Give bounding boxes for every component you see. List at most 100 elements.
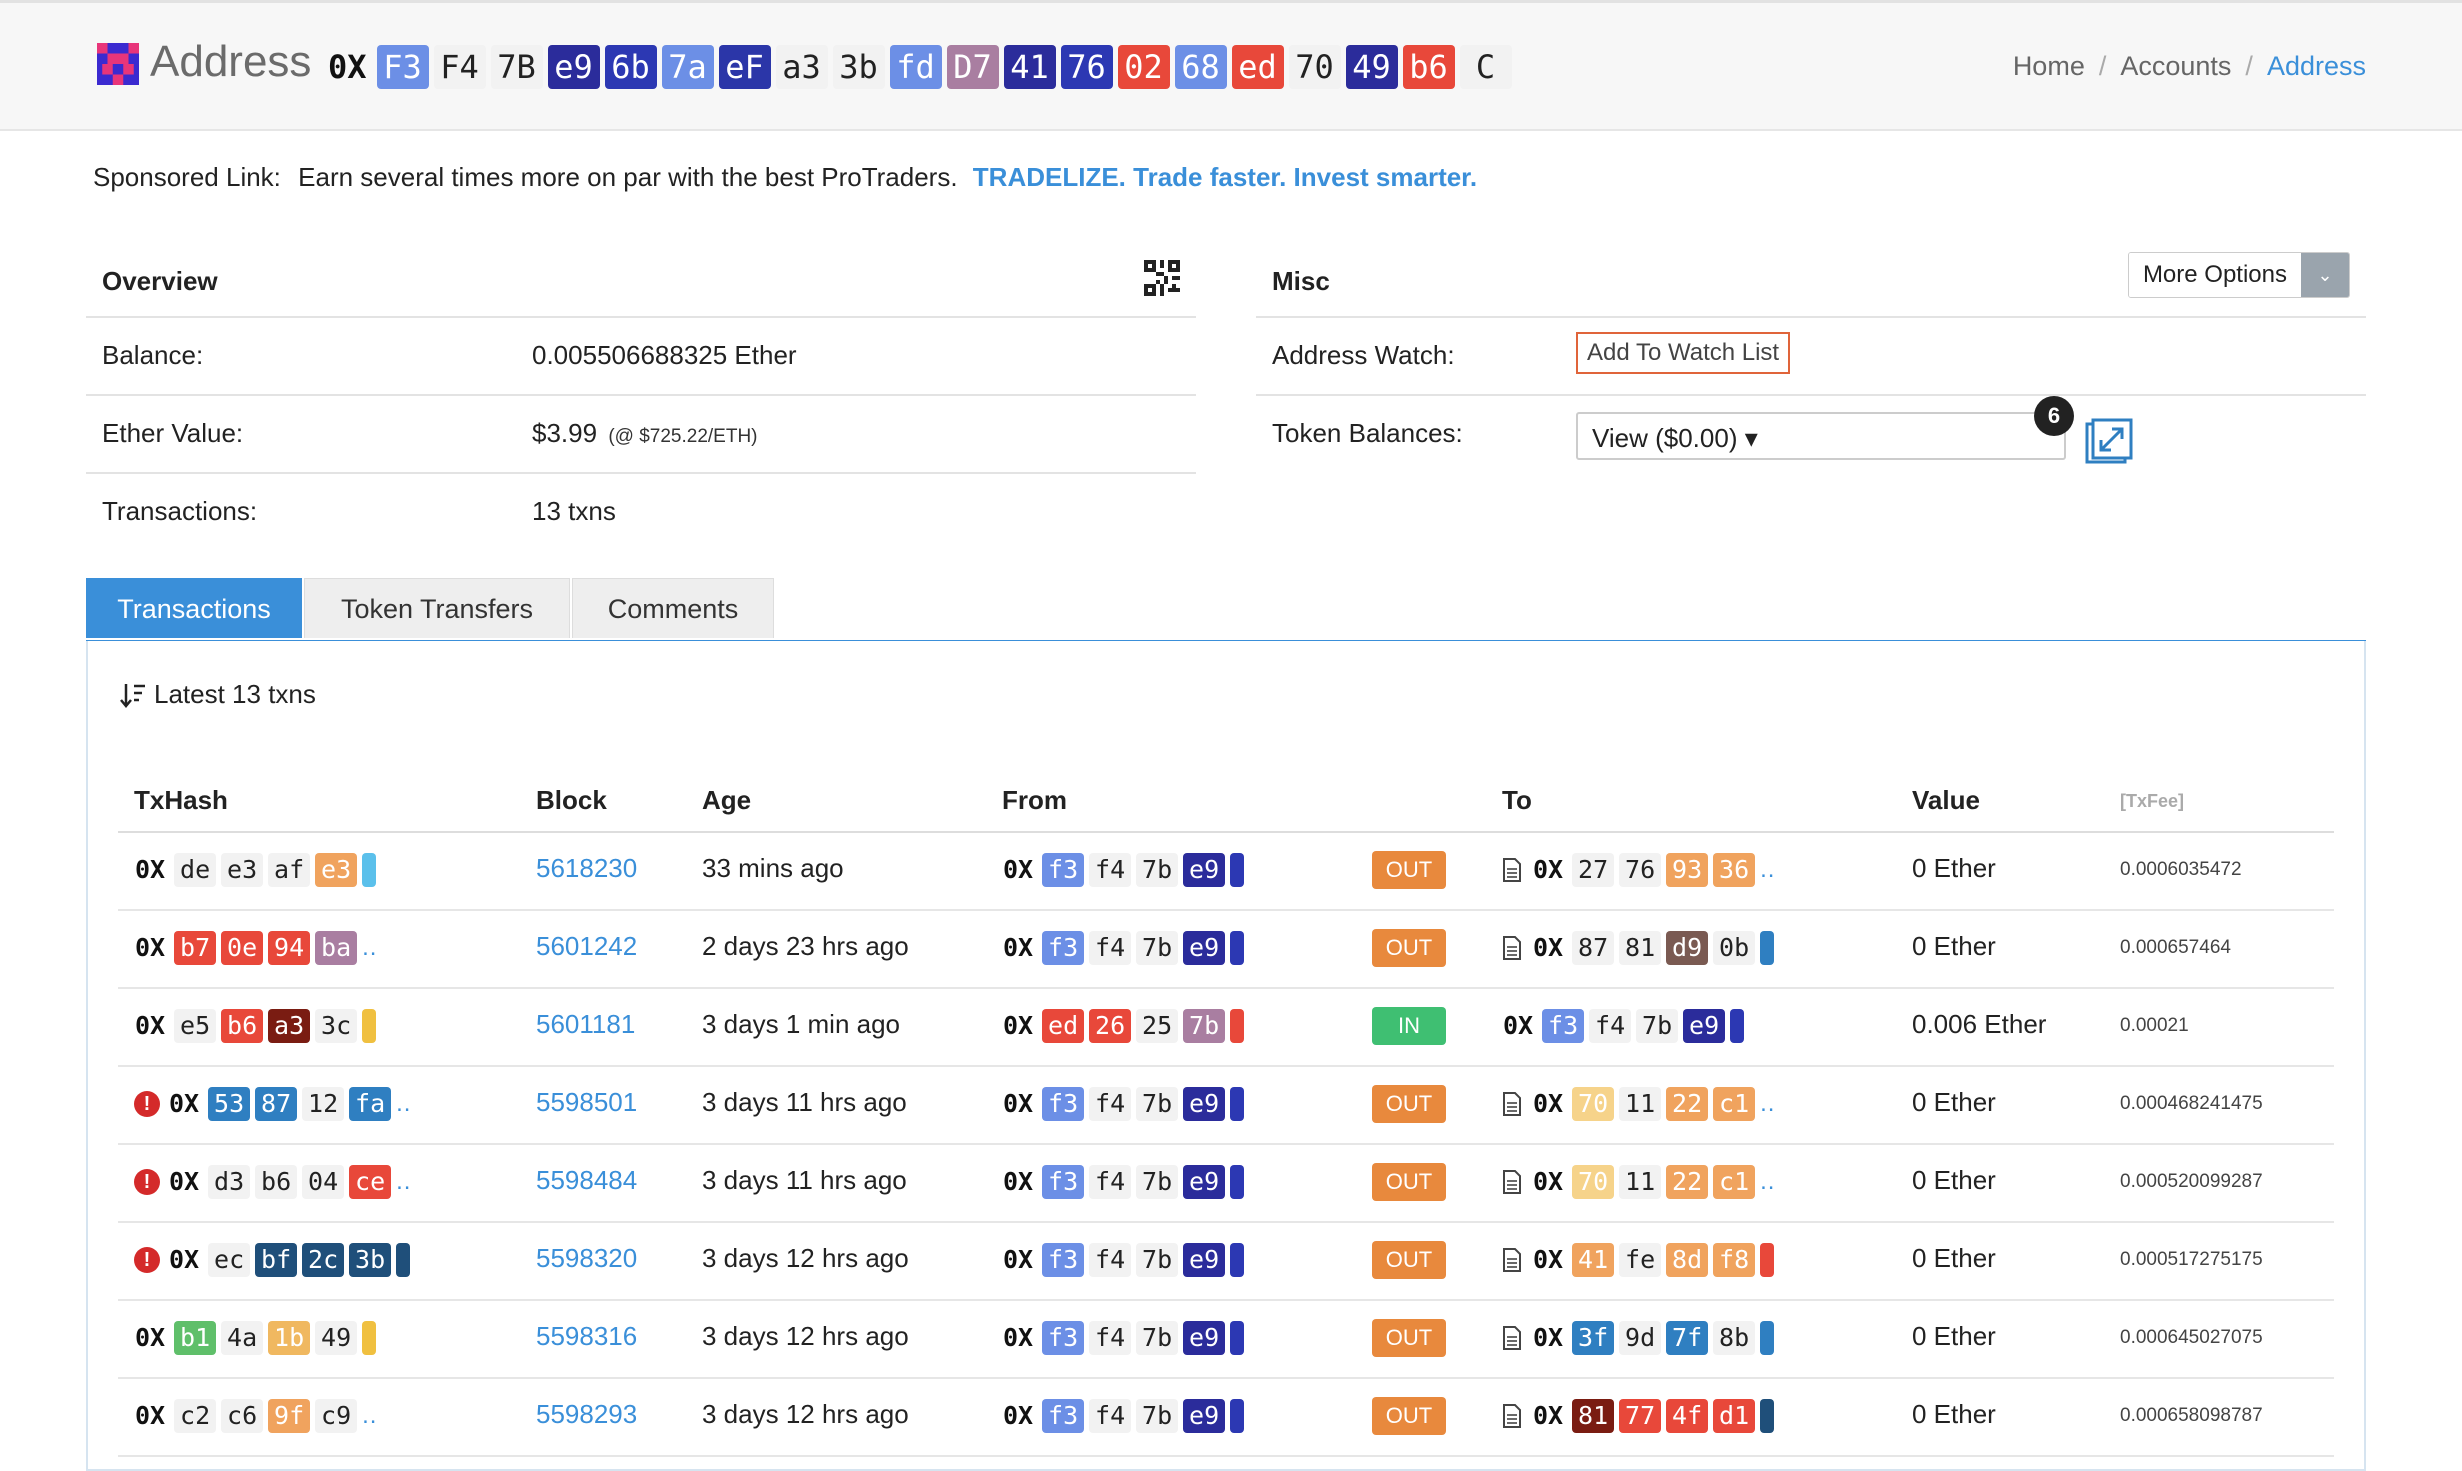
hash-byte-chip: 9f <box>268 1399 311 1433</box>
to-address-link[interactable]: 0X f3 f4 7b e9 <box>1502 1009 1745 1043</box>
chevron-down-icon: ⌄ <box>2301 253 2349 297</box>
hash-byte-chip: 49 <box>315 1321 358 1355</box>
hash-byte-chip: 22 <box>1666 1165 1709 1199</box>
col-block: Block <box>536 785 607 815</box>
hash-byte-chip: e3 <box>315 853 358 887</box>
tx-hash-link[interactable]: 0X de e3 af e3 <box>134 853 377 887</box>
from-address-link[interactable]: 0X f3 f4 7b e9 <box>1002 1165 1245 1199</box>
col-age: Age <box>702 785 752 815</box>
from-address-hash: 0X f3 f4 7b e9 <box>1002 853 1245 887</box>
breadcrumb-current: Address <box>2266 51 2366 81</box>
hash-byte-chip: 3c <box>315 1009 358 1043</box>
from-address-hash: 0X f3 f4 7b e9 <box>1002 1165 1245 1199</box>
hash-byte-chip: f3 <box>1042 1243 1085 1277</box>
block-link[interactable]: 5618230 <box>536 853 637 884</box>
block-link[interactable]: 5598501 <box>536 1087 637 1118</box>
tx-hash-link[interactable]: 0X e5 b6 a3 3c <box>134 1009 377 1043</box>
hash-byte-chip: c1 <box>1713 1165 1756 1199</box>
block-link[interactable]: 5598484 <box>536 1165 637 1196</box>
hash-ellipsis: .. <box>362 934 378 961</box>
add-to-watch-list-button[interactable]: Add To Watch List <box>1576 332 1791 374</box>
hash-byte-chip: f4 <box>1089 1087 1132 1121</box>
to-address-link[interactable]: 0X 3f 9d 7f 8b <box>1502 1321 1775 1355</box>
hash-chip-tail <box>1230 1321 1245 1355</box>
col-to: To <box>1502 785 1532 815</box>
hash-byte-chip: d1 <box>1713 1399 1756 1433</box>
block-link[interactable]: 5598293 <box>536 1399 637 1430</box>
tx-hash-link[interactable]: 0X b1 4a 1b 49 <box>134 1321 377 1355</box>
overview-title: Overview <box>102 266 218 296</box>
tab-transactions[interactable]: Transactions <box>86 578 302 638</box>
hash-byte-chip: 04 <box>302 1165 345 1199</box>
token-count-badge: 6 <box>2034 396 2074 436</box>
tab-token-transfers[interactable]: Token Transfers <box>304 578 570 638</box>
hash-prefix: 0X <box>1533 855 1564 884</box>
to-address-hash: 0X 70 11 22 c1.. <box>1532 1165 1775 1199</box>
address-hash: 0X F3 F4 7B e9 6b 7a eF a3 3b fd D7 41 76 02 68 ed 70 49 b6… <box>326 45 1517 89</box>
hash-byte-chip: f3 <box>1542 1009 1585 1043</box>
tx-value: 0 Ether <box>1912 1165 1996 1195</box>
sponsored-link[interactable]: TRADELIZE. Trade faster. Invest smarter. <box>973 162 1477 192</box>
from-address-link[interactable]: 0X f3 f4 7b e9 <box>1002 1243 1245 1277</box>
expand-icon[interactable] <box>2084 418 2134 468</box>
direction-badge: OUT <box>1372 1397 1446 1435</box>
to-address-link[interactable]: 0X 41 fe 8d f8 <box>1502 1243 1775 1277</box>
latest-txns: Latest 13 txns <box>120 679 316 710</box>
tx-hash-link[interactable]: 0X d3 b6 04 ce.. <box>168 1165 411 1199</box>
to-address-link[interactable]: 0X 70 11 22 c1.. <box>1502 1165 1775 1199</box>
token-balances-dropdown[interactable]: View ($0.00) ▾ <box>1576 412 2066 460</box>
tab-comments[interactable]: Comments <box>572 578 774 638</box>
tx-age: 3 days 1 min ago <box>702 1009 901 1039</box>
to-address-link[interactable]: 0X 87 81 d9 0b <box>1502 931 1775 965</box>
from-address-link[interactable]: 0X ed 26 25 7b <box>1002 1009 1245 1043</box>
tx-hash-link[interactable]: 0X ec bf 2c 3b <box>168 1243 411 1277</box>
from-address-link[interactable]: 0X f3 f4 7b e9 <box>1002 853 1245 887</box>
hash-chip-tail <box>396 1243 411 1277</box>
tx-value: 0 Ether <box>1912 1321 1996 1351</box>
hash-byte-chip: 4a <box>221 1321 264 1355</box>
hash-byte-chip: c1 <box>1713 1087 1756 1121</box>
address-watch-label: Address Watch: <box>1272 340 1455 370</box>
hash-byte-chip: e9 <box>1183 1243 1226 1277</box>
tx-hash-link[interactable]: 0X b7 0e 94 ba.. <box>134 931 377 965</box>
hash-byte-chip: 7b <box>1136 1321 1179 1355</box>
misc-panel: Misc More Options ⌄ Address Watch: Add T… <box>1256 246 2366 472</box>
from-address-hash: 0X f3 f4 7b e9 <box>1002 1321 1245 1355</box>
block-link[interactable]: 5598320 <box>536 1243 637 1274</box>
direction-cell: OUT <box>1372 851 1446 889</box>
table-body: 0X de e3 af e3 5618230 33 mins ago 0X f3 f4 7b e9 … <box>118 833 2334 1457</box>
sort-icon[interactable] <box>120 682 146 708</box>
to-address-link[interactable]: 0X 70 11 22 c1.. <box>1502 1087 1775 1121</box>
hash-byte-chip: 02 <box>1117 45 1170 89</box>
tx-hash-link[interactable]: 0X 53 87 12 fa.. <box>168 1087 411 1121</box>
hash-byte-chip: 3b <box>832 45 885 89</box>
hash-byte-chip: 11 <box>1619 1165 1662 1199</box>
direction-badge: OUT <box>1372 1241 1446 1279</box>
hash-byte-chip: e9 <box>1683 1009 1726 1043</box>
block-link[interactable]: 5598316 <box>536 1321 637 1352</box>
hash-chip-tail <box>1730 1009 1745 1043</box>
from-address-link[interactable]: 0X f3 f4 7b e9 <box>1002 931 1245 965</box>
hash-byte-chip: 7B <box>490 45 543 89</box>
hash-byte-chip: e9 <box>1183 853 1226 887</box>
block-link[interactable]: 5601242 <box>536 931 637 962</box>
from-address-link[interactable]: 0X f3 f4 7b e9 <box>1002 1087 1245 1121</box>
breadcrumb-home[interactable]: Home <box>2013 51 2085 82</box>
from-address-link[interactable]: 0X f3 f4 7b e9 <box>1002 1399 1245 1433</box>
hash-byte-chip: D7 <box>946 45 999 89</box>
contract-document-icon <box>1503 858 1521 882</box>
hash-byte-chip: e9 <box>1183 1165 1226 1199</box>
hash-byte-chip: 6b <box>604 45 657 89</box>
from-address-link[interactable]: 0X f3 f4 7b e9 <box>1002 1321 1245 1355</box>
tx-hash-link[interactable]: 0X c2 c6 9f c9.. <box>134 1399 377 1433</box>
block-link[interactable]: 5601181 <box>536 1009 635 1040</box>
hash-byte-chip: 81 <box>1619 931 1662 965</box>
breadcrumb-accounts[interactable]: Accounts <box>2120 51 2231 82</box>
qr-code-icon[interactable] <box>1144 260 1180 296</box>
to-address-link[interactable]: 0X 27 76 93 36.. <box>1502 853 1775 887</box>
hash-byte-chip: de <box>174 853 217 887</box>
more-options-button[interactable]: More Options ⌄ <box>2127 252 2350 298</box>
to-address-link[interactable]: 0X 81 77 4f d1 <box>1502 1399 1775 1433</box>
hash-chip-tail <box>362 853 377 887</box>
table-row: 0X e5 b6 a3 3c 5601181 3 days 1 min ago 0X ed 26… <box>118 989 2334 1067</box>
